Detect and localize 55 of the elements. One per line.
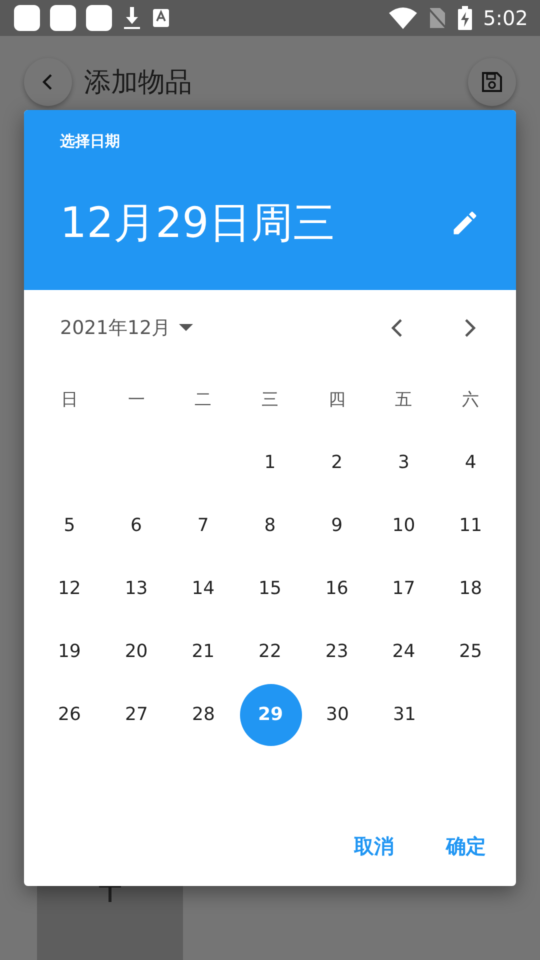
chevron-right-icon (463, 317, 477, 339)
calendar-day[interactable]: 9 (306, 494, 368, 556)
wifi-icon (389, 7, 418, 29)
calendar-day[interactable]: 23 (306, 620, 368, 682)
save-button[interactable] (468, 58, 516, 106)
page-title: 添加物品 (84, 66, 193, 100)
download-icon (122, 6, 142, 30)
weekday-label: 三 (262, 389, 278, 411)
weekday-label: 一 (128, 389, 145, 411)
weekday-label: 日 (60, 389, 78, 411)
calendar-day[interactable]: 20 (105, 620, 168, 682)
calendar-day[interactable]: 27 (106, 684, 168, 746)
calendar-day[interactable]: 7 (172, 494, 234, 556)
calendar-day[interactable]: 13 (105, 558, 168, 620)
calendar-day[interactable]: 31 (374, 684, 436, 746)
calendar-day[interactable]: 15 (239, 558, 301, 620)
calendar-day[interactable]: 14 (172, 558, 234, 620)
month-selector[interactable]: 2021年12月 (60, 315, 193, 341)
no-sim-icon (427, 7, 448, 29)
calendar-day[interactable]: 19 (38, 620, 100, 682)
back-button[interactable] (24, 58, 72, 106)
calendar-day[interactable]: 1 (239, 432, 301, 494)
dialog-header-label: 选择日期 (60, 132, 120, 151)
calendar-day[interactable]: 28 (172, 684, 234, 746)
calendar-day[interactable]: 11 (440, 494, 502, 556)
caret-icon (178, 324, 193, 332)
calendar-day[interactable]: 21 (172, 620, 234, 682)
selected-date: 12月29日周三 (60, 197, 335, 249)
calendar-day[interactable]: 18 (440, 558, 502, 620)
calendar-day[interactable]: 4 (440, 432, 502, 494)
battery-icon (457, 6, 474, 30)
calendar-day[interactable]: 24 (372, 620, 435, 682)
calendar-day[interactable]: 30 (306, 684, 368, 746)
notification-icon (50, 5, 76, 31)
calendar-day[interactable]: 26 (38, 684, 100, 746)
calendar-day[interactable]: 2 (306, 432, 368, 494)
notification-icon (86, 5, 112, 31)
calendar-day[interactable]: 5 (38, 494, 100, 556)
calendar-day[interactable]: 3 (372, 432, 435, 494)
calendar-day[interactable]: 10 (372, 494, 435, 556)
text-icon (152, 8, 170, 28)
weekday-label: 六 (462, 389, 480, 411)
calendar-day[interactable]: 12 (38, 558, 100, 620)
status-time: 5:02 (483, 6, 528, 30)
weekday-label: 五 (395, 389, 412, 411)
calendar-day[interactable]: 22 (239, 620, 301, 682)
weekday-label: 二 (194, 389, 212, 411)
calendar-day[interactable]: 25 (440, 620, 502, 682)
notification-icon (14, 5, 40, 31)
weekday-label: 四 (328, 389, 346, 411)
calendar-day[interactable]: 16 (306, 558, 368, 620)
calendar-day[interactable]: 17 (372, 558, 435, 620)
chevron-left-icon (390, 317, 404, 339)
calendar-day[interactable]: 6 (105, 494, 168, 556)
calendar-day[interactable]: 8 (239, 494, 301, 556)
